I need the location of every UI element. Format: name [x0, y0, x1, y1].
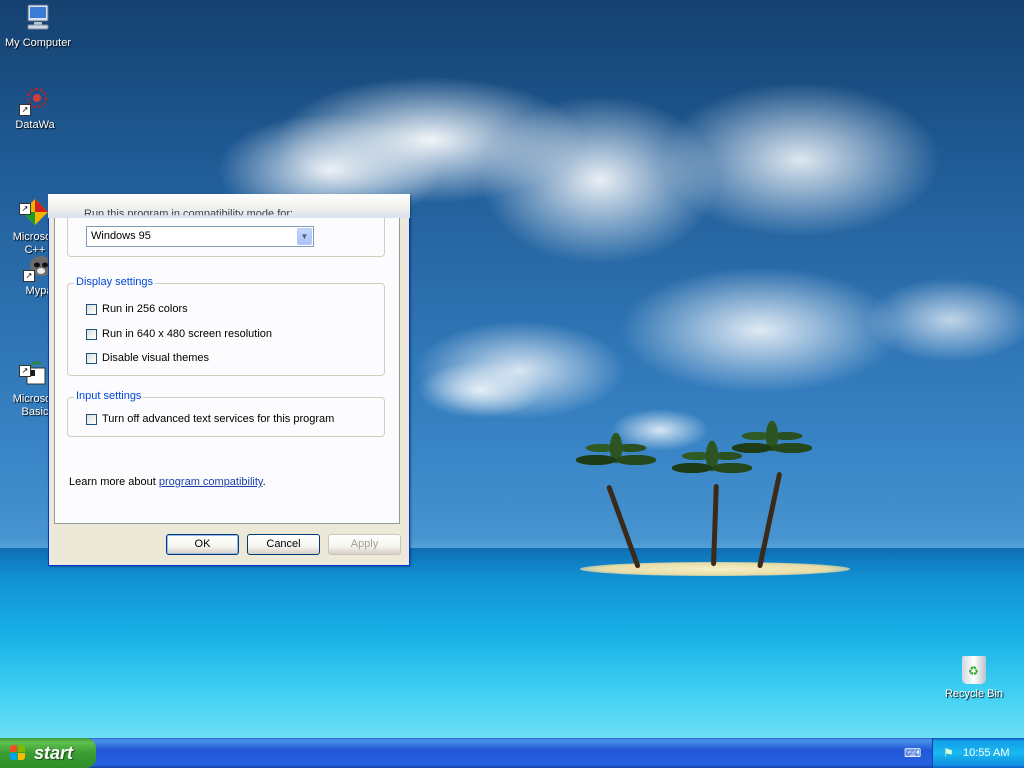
recycle-bin-icon: ♻: [962, 656, 986, 684]
cancel-button[interactable]: Cancel: [247, 534, 320, 555]
desktop-icon-label: My Computer: [4, 37, 72, 49]
checkbox-row-disable-themes[interactable]: Disable visual themes: [86, 352, 209, 364]
checkbox[interactable]: [86, 352, 97, 364]
learn-more-suffix: .: [262, 476, 266, 488]
program-compatibility-link[interactable]: program compatibility: [159, 476, 263, 488]
compatibility-tab-panel: Windows 95 ▼ Display settings Run in 256…: [54, 212, 400, 524]
system-tray: ⚑ 10:55 AM: [932, 738, 1024, 768]
checkbox-label: Run in 640 x 480 screen resolution: [102, 328, 272, 340]
os-select-value: Windows 95: [91, 230, 151, 242]
visual-basic-icon: ↗: [19, 345, 51, 385]
display-settings-group: Display settings Run in 256 colors Run i…: [67, 276, 385, 376]
group-title: Input settings: [74, 390, 144, 402]
compatibility-dialog: Windows 95 ▼ Display settings Run in 256…: [48, 194, 410, 566]
os-select[interactable]: Windows 95 ▼: [86, 226, 314, 247]
dialog-render-artifact: Run this program in compatibility mode f…: [48, 194, 410, 218]
checkbox-row-640x480[interactable]: Run in 640 x 480 screen resolution: [86, 328, 272, 340]
checkbox[interactable]: [86, 413, 97, 425]
visual-cpp-icon: ↗: [19, 183, 51, 225]
compatibility-mode-group: Windows 95 ▼: [67, 212, 385, 257]
checkbox-label: Turn off advanced text services for this…: [102, 413, 335, 425]
group-title: Display settings: [74, 276, 156, 288]
desktop-icon-label: DataWa: [15, 119, 55, 131]
computer-icon: [22, 2, 54, 34]
windows-logo-icon: [10, 745, 27, 761]
chevron-down-icon[interactable]: ▼: [297, 228, 312, 245]
network-icon[interactable]: ⚑: [943, 746, 957, 760]
shortcut-arrow-icon: ↗: [19, 104, 31, 116]
datawa-icon: ↗: [19, 84, 51, 116]
checkbox[interactable]: [86, 303, 97, 315]
checkbox-label: Disable visual themes: [102, 352, 209, 364]
ok-button[interactable]: OK: [166, 534, 239, 555]
shortcut-arrow-icon: ↗: [23, 270, 35, 282]
start-label: start: [34, 743, 74, 763]
apply-button[interactable]: Apply: [328, 534, 401, 555]
shortcut-arrow-icon: ↗: [19, 203, 31, 215]
clock[interactable]: 10:55 AM: [963, 747, 1009, 759]
desktop-icon-my-computer[interactable]: My Computer: [1, 2, 75, 50]
start-button[interactable]: start: [0, 738, 96, 768]
checkbox-label: Run in 256 colors: [102, 303, 188, 315]
sea-background: [0, 548, 1024, 740]
checkbox-row-256-colors[interactable]: Run in 256 colors: [86, 303, 188, 315]
input-settings-group: Input settings Turn off advanced text se…: [67, 390, 385, 437]
desktop-icon-label: Recycle Bin: [944, 688, 1004, 700]
palm-crown: [576, 430, 656, 480]
desktop-icon-recycle-bin[interactable]: ♻ Recycle Bin: [944, 656, 1004, 700]
shortcut-arrow-icon: ↗: [19, 365, 31, 377]
learn-more-prefix: Learn more about: [69, 476, 159, 488]
checkbox-row-text-services[interactable]: Turn off advanced text services for this…: [86, 413, 334, 425]
keyboard-icon[interactable]: ⌨: [904, 746, 921, 760]
palm-crown: [732, 418, 812, 468]
taskbar: start ⚑ 10:55 AM: [0, 738, 1024, 768]
desktop-icon-datawa[interactable]: ↗ DataWa: [0, 84, 72, 132]
checkbox[interactable]: [86, 328, 97, 340]
learn-more-text: Learn more about program compatibility.: [69, 476, 266, 488]
